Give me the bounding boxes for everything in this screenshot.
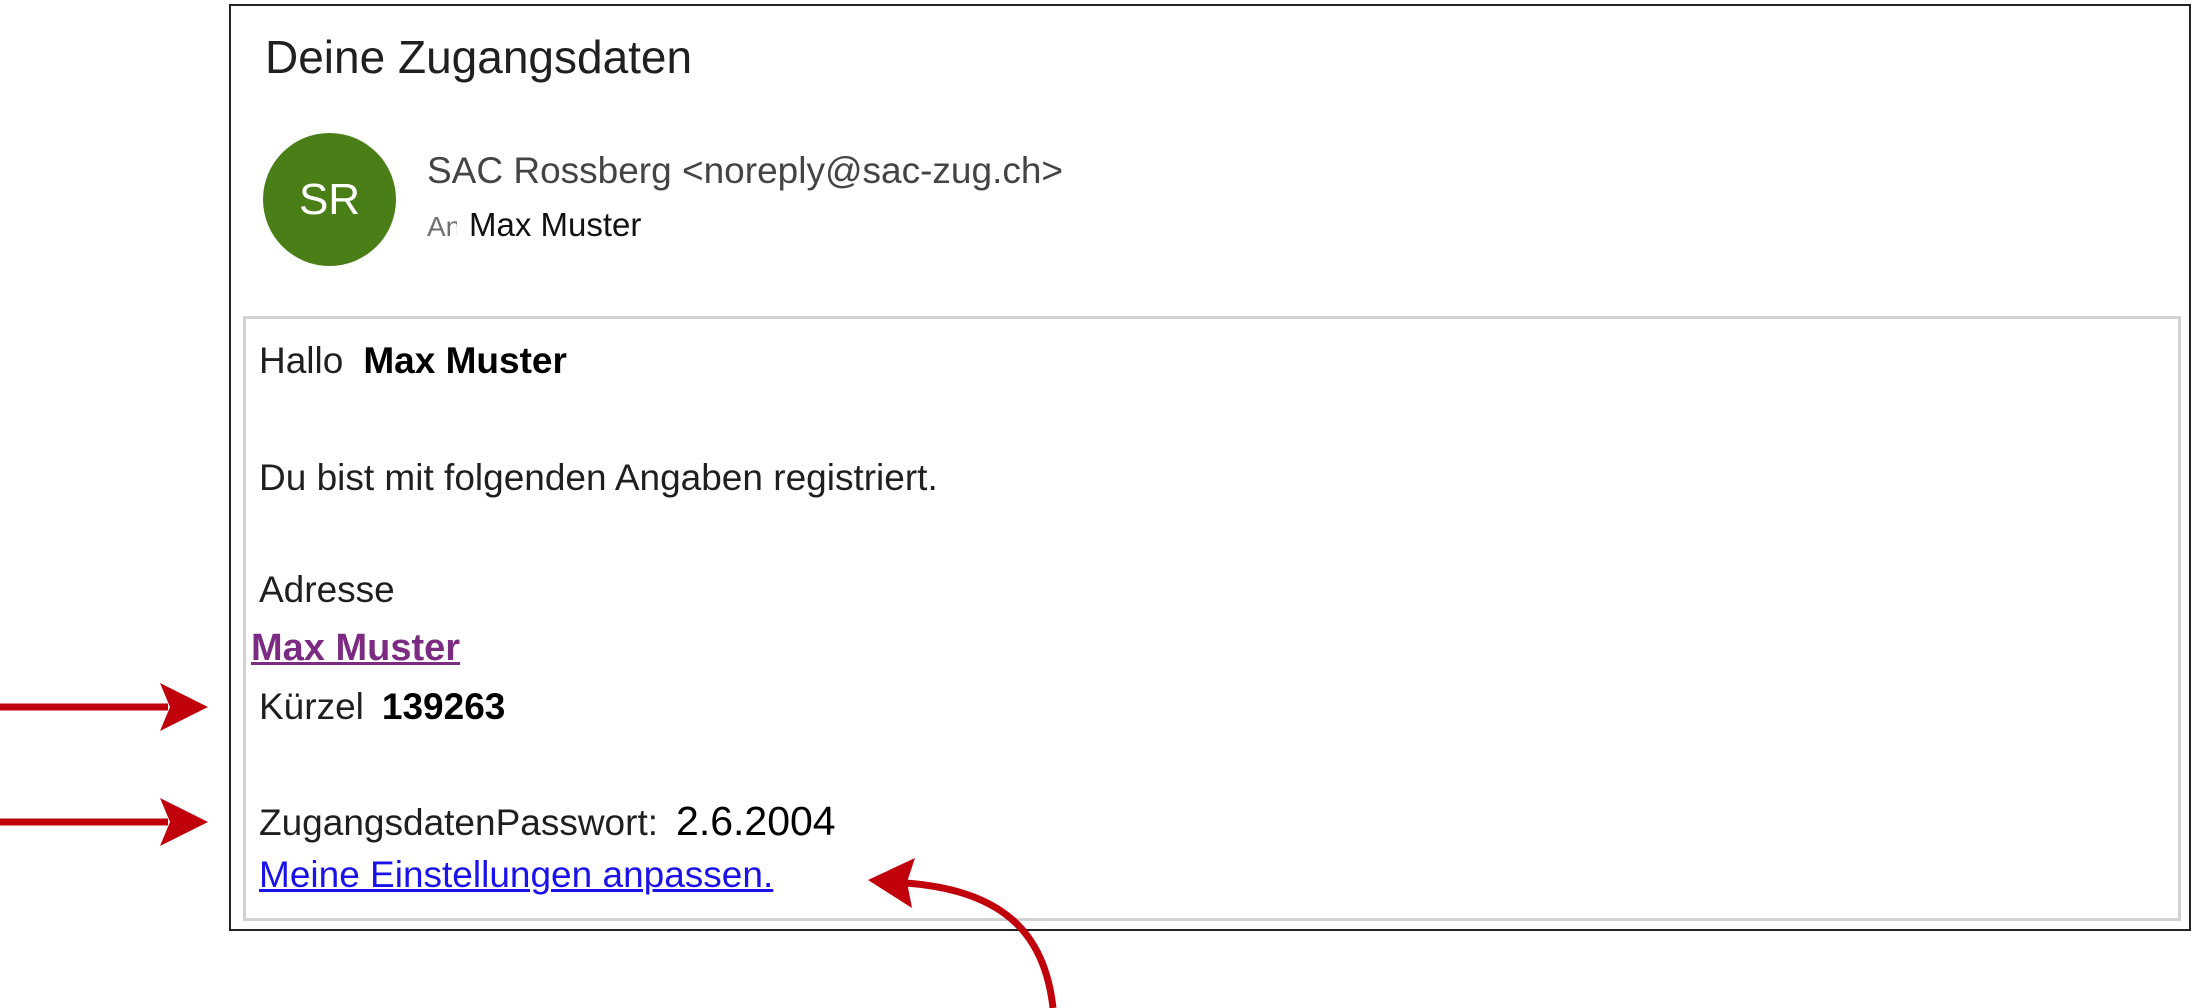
avatar-initials: SR <box>298 174 361 224</box>
email-subject: Deine Zugangsdaten <box>265 31 693 83</box>
border-gap <box>232 612 242 688</box>
arrow-to-password <box>0 798 208 846</box>
password-label: ZugangsdatenPasswort: <box>259 802 659 843</box>
address-label: Adresse <box>259 569 395 610</box>
settings-link[interactable]: Meine Einstellungen anpassen. <box>259 854 773 896</box>
recipient-prefix: An <box>427 211 457 242</box>
arrow-to-kuerzel <box>0 683 208 731</box>
password-value: 2.6.2004 <box>676 798 836 844</box>
password-line: ZugangsdatenPasswort: 2.6.2004 <box>259 798 836 845</box>
greeting-name: Max Muster <box>363 340 567 381</box>
kuerzel-label: Kürzel <box>259 686 364 727</box>
sender-avatar: SR <box>263 133 396 266</box>
recipient-name: Max Muster <box>469 206 642 243</box>
intro-text: Du bist mit folgenden Angaben registrier… <box>259 457 938 498</box>
address-name-link[interactable]: Max Muster <box>251 624 464 676</box>
recipient-row: An Max Muster <box>427 206 641 244</box>
greeting-line: Hallo Max Muster <box>259 340 567 382</box>
greeting-text: Hallo <box>259 340 344 381</box>
kuerzel-line: Kürzel 139263 <box>259 686 505 728</box>
kuerzel-value: 139263 <box>381 686 506 727</box>
sender-address: SAC Rossberg <noreply@sac-zug.ch> <box>427 150 1064 191</box>
